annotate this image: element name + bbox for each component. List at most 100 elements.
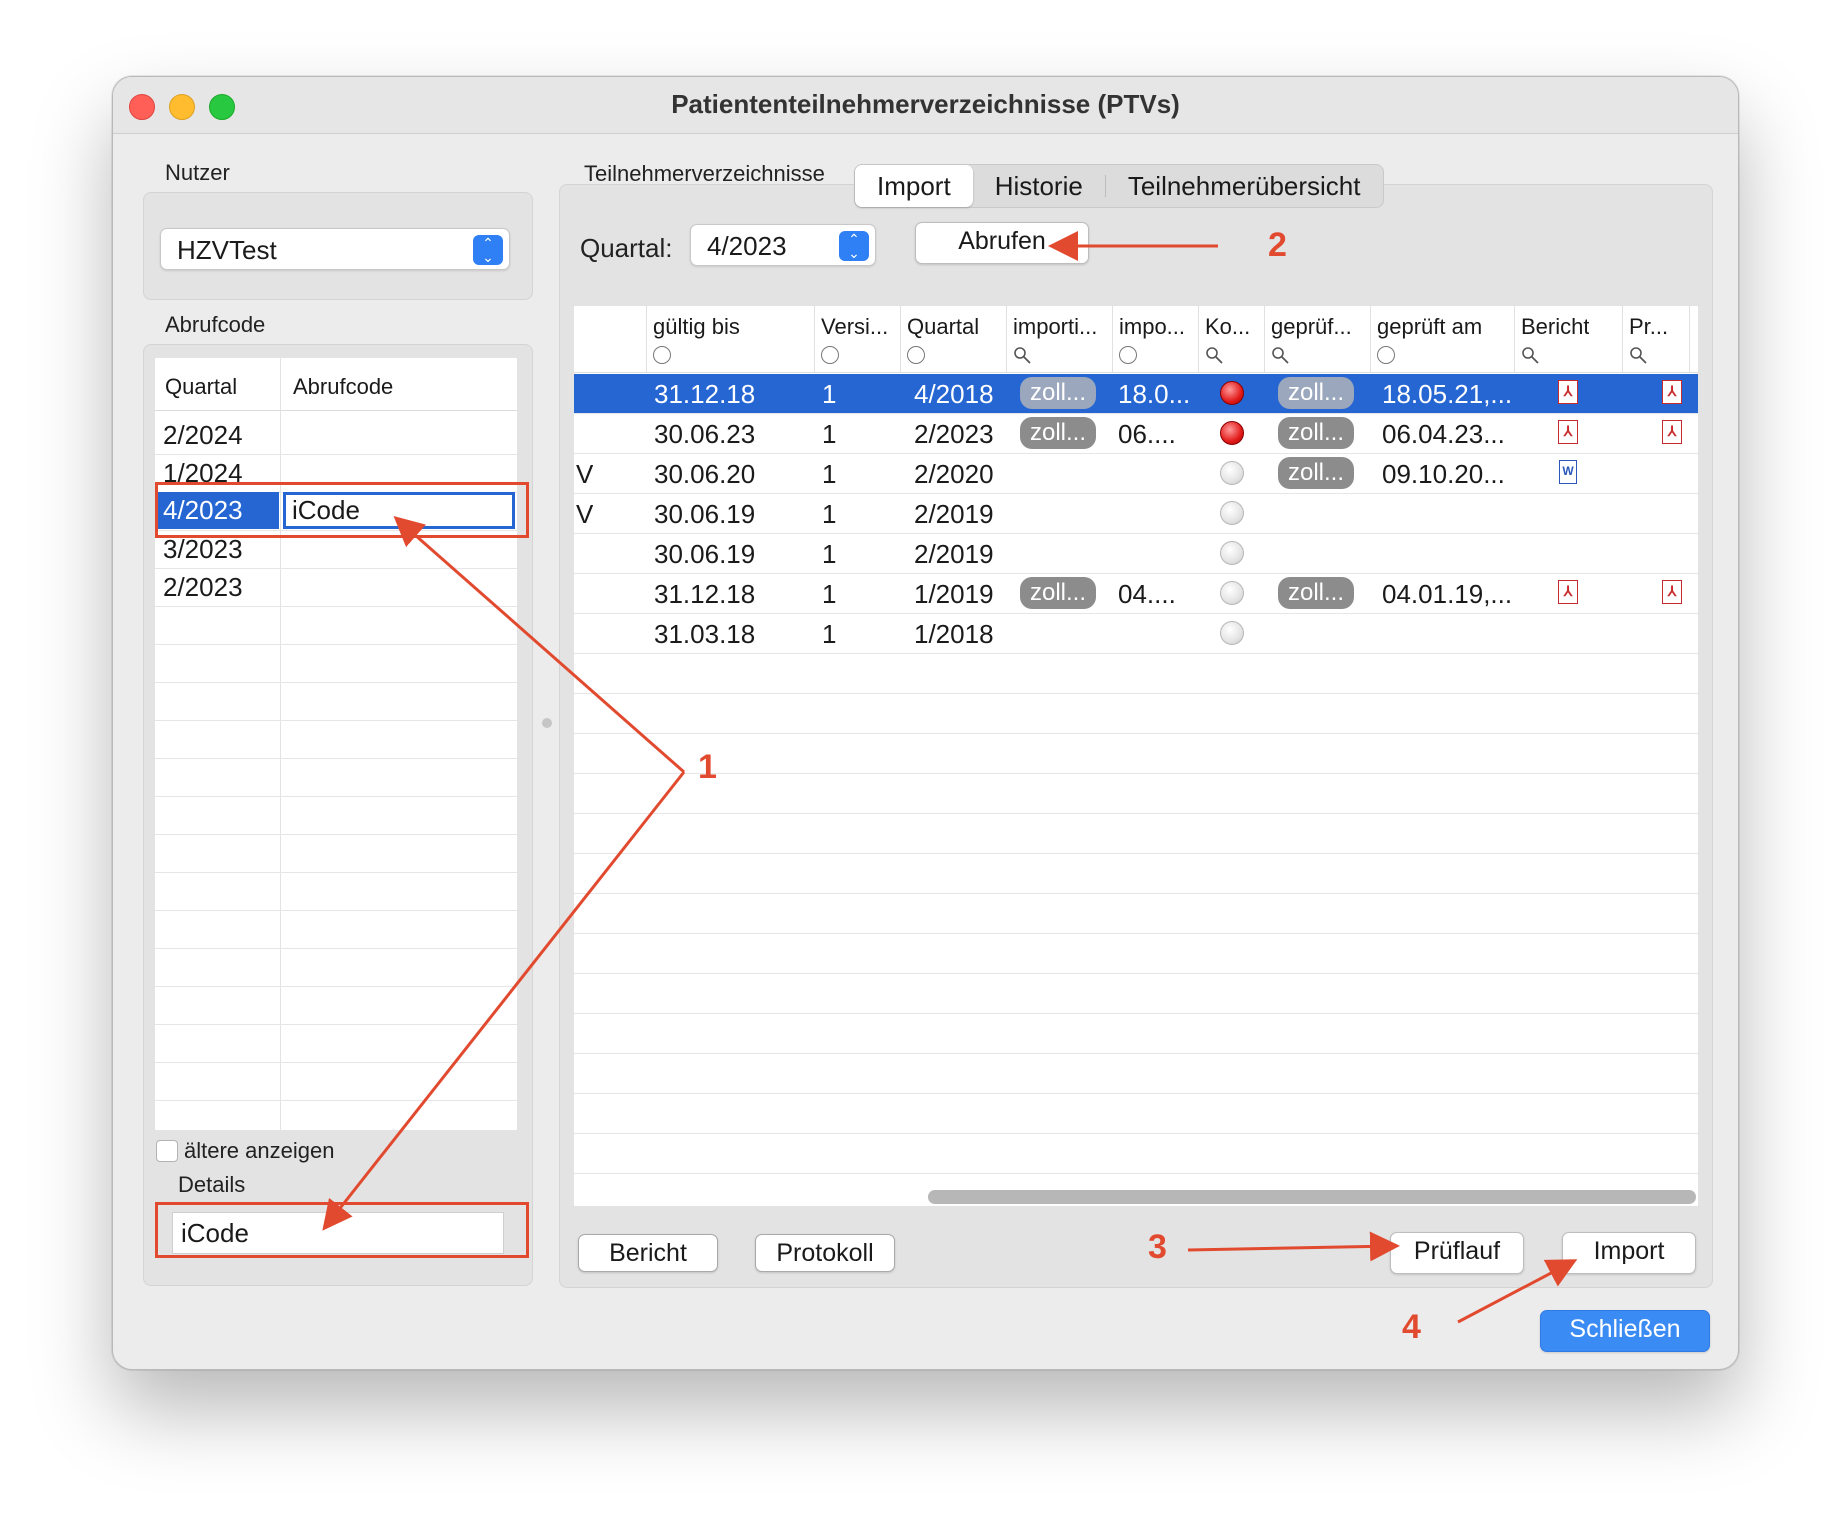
empty-row — [574, 894, 1698, 934]
cell-quartal: 1/2018 — [914, 619, 994, 649]
annotation-3: 3 — [1148, 1228, 1167, 1266]
chevron-updown-icon: ⌃ ⌄ — [839, 231, 869, 261]
empty-row — [574, 1134, 1698, 1174]
empty-row — [574, 974, 1698, 1014]
col-version[interactable]: Versi... — [814, 306, 901, 372]
nutzer-select[interactable]: HZVTest ⌃ ⌄ — [160, 228, 510, 270]
title-bar: Patiententeilnehmerverzeichnisse (PTVs) — [113, 77, 1738, 134]
geprueft-pill: zoll... — [1278, 457, 1355, 489]
cell-geprueft-am: 09.10.20... — [1382, 459, 1505, 489]
col-protokoll[interactable]: Pr... — [1622, 306, 1690, 372]
status-red-icon — [1220, 381, 1244, 405]
col-kontrolle[interactable]: Ko... — [1198, 306, 1265, 372]
pdf-icon[interactable]: ⅄ — [1558, 380, 1578, 404]
col-quartal[interactable]: Quartal — [900, 306, 1007, 372]
cell-geprueft-am: 18.05.21,... — [1382, 379, 1512, 409]
quartal-select[interactable]: 4/2023 ⌃ ⌄ — [690, 224, 876, 266]
col-gueltig-bis[interactable]: gültig bis — [646, 306, 815, 372]
abrufcode-label: Abrufcode — [165, 312, 266, 337]
cell-gueltig-bis: 31.03.18 — [654, 619, 756, 649]
empty-row — [574, 854, 1698, 894]
cell-version: 1 — [822, 379, 837, 409]
schliessen-button[interactable]: Schließen — [1540, 1310, 1710, 1352]
tab-bar: Import Historie Teilnehmerübersicht — [854, 164, 1384, 208]
table-row-selected[interactable]: 31.12.18 1 4/2018 zoll... 18.0... zoll..… — [574, 374, 1698, 414]
empty-row — [574, 654, 1698, 694]
search-icon[interactable] — [1629, 346, 1647, 364]
empty-row — [155, 1062, 517, 1101]
quartal-label: Quartal: — [580, 233, 673, 263]
empty-row — [574, 774, 1698, 814]
cell-version: 1 — [822, 579, 837, 609]
nutzer-select-value: HZVTest — [177, 235, 277, 265]
table-row[interactable]: V 30.06.20 1 2/2020 zoll... 09.10.20... … — [574, 454, 1698, 494]
pdf-icon[interactable]: ⅄ — [1662, 420, 1682, 444]
quartal-select-value: 4/2023 — [707, 231, 787, 261]
header-abrufcode[interactable]: Abrufcode — [293, 374, 393, 400]
pdf-icon[interactable]: ⅄ — [1558, 580, 1578, 604]
bericht-button[interactable]: Bericht — [578, 1234, 718, 1272]
table-row[interactable]: 2/2023 — [155, 568, 517, 607]
header-label: gültig bis — [653, 314, 740, 339]
tab-historie[interactable]: Historie — [973, 165, 1105, 207]
header-label: Quartal — [907, 314, 980, 339]
tab-import[interactable]: Import — [855, 165, 973, 207]
col-importiert-am[interactable]: impo... — [1112, 306, 1199, 372]
window-title: Patiententeilnehmerverzeichnisse (PTVs) — [671, 89, 1180, 119]
pdf-icon[interactable]: ⅄ — [1662, 380, 1682, 404]
protokoll-button[interactable]: Protokoll — [755, 1234, 895, 1272]
aeltere-anzeigen-label: ältere anzeigen — [184, 1138, 335, 1163]
cell-flag: V — [576, 499, 594, 529]
filter-circle-icon[interactable] — [907, 346, 925, 364]
cell-importiert-am: 04.... — [1118, 579, 1176, 609]
chevron-updown-icon: ⌃ ⌄ — [473, 235, 503, 265]
ptv-table-header: gültig bis Versi... Quartal importi... i… — [574, 306, 1698, 373]
col-bericht[interactable]: Bericht — [1514, 306, 1623, 372]
empty-row — [574, 1094, 1698, 1134]
filter-circle-icon[interactable] — [1377, 346, 1395, 364]
filter-circle-icon[interactable] — [1119, 346, 1137, 364]
horizontal-scrollbar[interactable] — [928, 1190, 1696, 1204]
abrufcode-table: Quartal Abrufcode 2/2024 1/2024 4/2023 i… — [155, 358, 517, 1130]
empty-row — [155, 986, 517, 1025]
details-label: Details — [178, 1172, 246, 1197]
aeltere-anzeigen-checkbox[interactable] — [156, 1140, 178, 1162]
status-grey-icon — [1220, 541, 1244, 565]
col-importiert[interactable]: importi... — [1006, 306, 1113, 372]
table-row[interactable]: 30.06.23 1 2/2023 zoll... 06.... zoll...… — [574, 414, 1698, 454]
word-document-icon[interactable]: W — [1559, 460, 1577, 484]
col-geprueft[interactable]: geprüf... — [1264, 306, 1371, 372]
search-icon[interactable] — [1013, 346, 1031, 364]
cell-gueltig-bis: 30.06.19 — [654, 539, 756, 569]
search-icon[interactable] — [1521, 346, 1539, 364]
pdf-icon[interactable]: ⅄ — [1558, 420, 1578, 444]
annotation-highlight-details — [155, 1202, 529, 1258]
prueflauf-button[interactable]: Prüflauf — [1390, 1232, 1524, 1274]
empty-row — [574, 694, 1698, 734]
table-row[interactable]: 30.06.19 1 2/2019 — [574, 534, 1698, 574]
search-icon[interactable] — [1205, 346, 1223, 364]
empty-row — [574, 734, 1698, 774]
table-row[interactable]: 31.03.18 1 1/2018 — [574, 614, 1698, 654]
header-quartal[interactable]: Quartal — [165, 374, 237, 400]
filter-circle-icon[interactable] — [821, 346, 839, 364]
filter-circle-icon[interactable] — [653, 346, 671, 364]
cell-version: 1 — [822, 539, 837, 569]
cell-version: 1 — [822, 459, 837, 489]
cell-importiert-am: 18.0... — [1118, 379, 1191, 409]
header-label: Versi... — [821, 314, 889, 339]
search-icon[interactable] — [1271, 346, 1289, 364]
abrufen-button[interactable]: Abrufen — [915, 222, 1089, 264]
split-view-handle[interactable] — [542, 718, 552, 728]
import-button[interactable]: Import — [1562, 1232, 1696, 1274]
col-geprueft-am[interactable]: geprüft am — [1370, 306, 1515, 372]
pdf-icon[interactable]: ⅄ — [1662, 580, 1682, 604]
cell-flag: V — [576, 459, 594, 489]
header-label: Bericht — [1521, 314, 1590, 339]
header-label: Ko... — [1205, 314, 1251, 339]
tab-teilnehmeruebersicht[interactable]: Teilnehmerübersicht — [1106, 165, 1383, 207]
table-row[interactable]: 2/2024 — [155, 416, 517, 455]
cell-gueltig-bis: 30.06.19 — [654, 499, 756, 529]
table-row[interactable]: V 30.06.19 1 2/2019 — [574, 494, 1698, 534]
table-row[interactable]: 31.12.18 1 1/2019 zoll... 04.... zoll...… — [574, 574, 1698, 614]
